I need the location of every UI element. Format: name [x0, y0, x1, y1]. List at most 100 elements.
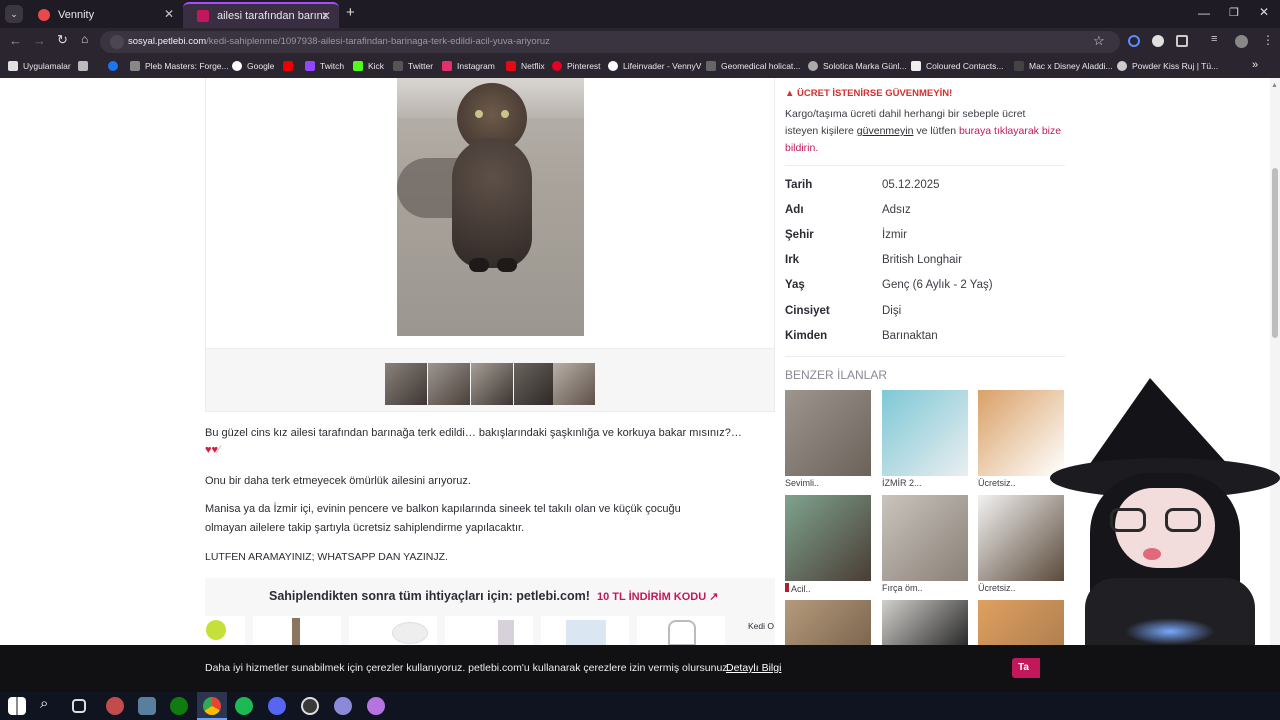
bookmark-item[interactable]: Kick — [353, 61, 384, 71]
scroll-to-top-icon[interactable]: ⌃ — [1238, 602, 1250, 619]
task-view-icon[interactable] — [72, 699, 86, 713]
site-info-icon[interactable] — [110, 35, 124, 49]
promo-text: Sahiplendikten sonra tüm ihtiyaçları içi… — [269, 589, 590, 603]
similar-listing-image[interactable] — [785, 495, 871, 581]
cookie-accept-button[interactable]: Ta — [1012, 658, 1040, 678]
tab-vennity[interactable]: Vennity ✕ — [24, 2, 182, 28]
divider — [785, 356, 1065, 357]
similar-listing-caption[interactable]: Ücretsiz.. — [978, 583, 1016, 593]
main-cat-photo[interactable] — [397, 78, 584, 336]
cookie-banner: Daha iyi hizmetler sunabilmek için çerez… — [0, 645, 1280, 692]
product-image — [566, 620, 606, 645]
browser-menu-icon[interactable]: ⋮ — [1262, 33, 1274, 47]
bookmark-label: Pleb Masters: Forge... — [145, 61, 229, 71]
cookie-details-link[interactable]: Detaylı Bilgi — [726, 662, 781, 674]
xbox-icon[interactable] — [170, 697, 188, 715]
bookmark-label: Powder Kiss Ruj | Tü... — [1132, 61, 1219, 71]
windows-start-icon[interactable] — [8, 697, 26, 715]
detail-label-yas: Yaş — [785, 279, 805, 291]
bookmark-item[interactable]: Pinterest — [552, 61, 601, 71]
similar-listing-caption[interactable]: Sevimli.. — [785, 478, 819, 488]
obs-icon[interactable] — [301, 697, 319, 715]
thumbnail[interactable] — [428, 363, 470, 405]
thumbnail[interactable] — [514, 363, 556, 405]
bookmark-star-icon[interactable]: ☆ — [1093, 33, 1105, 49]
promo-code-link[interactable]: 10 TL İNDİRİM KODU ↗ — [597, 590, 718, 603]
thumbnail[interactable] — [471, 363, 513, 405]
address-bar[interactable]: sosyal.petlebi.com/kedi-sahiplenme/10979… — [100, 31, 1120, 53]
tab-petlebi[interactable]: ailesi tarafından barınağa terk e ✕ — [183, 2, 339, 28]
bookmark-item[interactable]: Twitch — [305, 61, 344, 71]
lifeinvader-icon — [608, 61, 618, 71]
home-icon[interactable]: ⌂ — [81, 32, 88, 46]
product-image — [292, 618, 300, 645]
tab-search-button[interactable]: ⌄ — [5, 5, 23, 23]
report-link-line2[interactable]: bildirin. — [785, 142, 818, 154]
bookmark-item[interactable]: Powder Kiss Ruj | Tü... — [1117, 61, 1218, 71]
bookmark-item[interactable]: Geomedical holicat... — [706, 61, 800, 71]
calculator-icon[interactable] — [138, 697, 156, 715]
similar-listing-image[interactable] — [882, 495, 968, 581]
restore-icon[interactable]: ❐ — [1229, 6, 1239, 19]
thumbnail[interactable] — [385, 363, 427, 405]
extension-icon[interactable] — [1128, 35, 1140, 47]
bookmark-item[interactable]: Coloured Contacts... — [911, 61, 1003, 71]
app-icon[interactable] — [367, 697, 385, 715]
close-tab-icon[interactable]: ✕ — [164, 7, 174, 21]
similar-listing-caption[interactable]: Fırça öm.. — [882, 583, 923, 593]
similar-listing-image[interactable] — [882, 600, 968, 645]
app-icon[interactable] — [334, 697, 352, 715]
media-controls-icon[interactable]: ≡ — [1211, 33, 1217, 45]
extension-icon[interactable] — [1152, 35, 1164, 47]
similar-listing-caption[interactable]: Ücretsiz.. — [978, 478, 1016, 488]
scrollbar-thumb[interactable] — [1272, 168, 1278, 338]
warning-triangle-icon: ▲ — [785, 88, 795, 99]
spotify-icon[interactable] — [235, 697, 253, 715]
bookmark-item[interactable]: Lifeinvader - VennyV — [608, 61, 701, 71]
similar-listing-caption[interactable]: İZMİR 2... — [882, 478, 922, 488]
bookmark-item[interactable]: Instagram — [442, 61, 495, 71]
minimize-icon[interactable]: — — [1198, 6, 1210, 20]
caption-text: Acil.. — [791, 584, 811, 594]
report-link[interactable]: buraya tıklayarak bize — [959, 125, 1061, 137]
bookmark-apps[interactable]: Uygulamalar — [8, 61, 71, 71]
bookmark-item[interactable]: Google — [232, 61, 274, 71]
warning-title-text: ÜCRET İSTENİRSE GÜVENMEYİN! — [797, 88, 953, 99]
avatar-mouth — [1143, 548, 1161, 560]
close-tab-icon[interactable]: ✕ — [321, 9, 331, 23]
similar-listing-image[interactable] — [785, 390, 871, 476]
app-icon[interactable] — [106, 697, 124, 715]
forward-icon[interactable]: → — [33, 33, 46, 48]
bookmark-item[interactable]: Twitter — [393, 61, 433, 71]
coloured-contacts-icon — [911, 61, 921, 71]
search-icon[interactable]: ⌕ — [40, 695, 48, 712]
bookmark-item[interactable]: Solotica Marka Günl... — [808, 61, 907, 71]
new-tab-button[interactable]: + — [346, 4, 355, 21]
product-card[interactable] — [445, 616, 533, 645]
similar-listing-image[interactable] — [785, 600, 871, 645]
similar-listing-caption[interactable]: Acil.. — [785, 583, 811, 594]
scroll-up-arrow-icon[interactable]: ▲ — [1271, 82, 1278, 89]
similar-listing-image[interactable] — [882, 390, 968, 476]
bookmark-label: Google — [247, 61, 275, 71]
detail-label-irk: Irk — [785, 254, 800, 266]
guvenmeyin-link[interactable]: güvenmeyin — [857, 125, 914, 137]
bookmark-item[interactable]: Netflix — [506, 61, 545, 71]
bookmark-item[interactable] — [108, 61, 123, 71]
bookmark-item[interactable]: Mac x Disney Aladdi... — [1014, 61, 1113, 71]
extensions-puzzle-icon[interactable] — [1176, 35, 1188, 47]
discord-icon[interactable] — [268, 697, 286, 715]
chrome-icon[interactable] — [203, 697, 221, 715]
bookmark-item[interactable] — [283, 61, 298, 71]
thumbnail[interactable] — [553, 363, 595, 405]
profile-avatar[interactable] — [1235, 35, 1248, 48]
bookmark-grid[interactable] — [78, 61, 93, 71]
warning-title: ▲ ÜCRET İSTENİRSE GÜVENMEYİN! — [785, 88, 952, 99]
back-icon[interactable]: ← — [9, 33, 22, 48]
more-bookmarks-icon[interactable]: » — [1252, 59, 1258, 71]
close-window-icon[interactable]: ✕ — [1259, 5, 1269, 19]
grid-icon — [78, 61, 88, 71]
mac-icon — [1014, 61, 1024, 71]
reload-icon[interactable]: ↻ — [57, 32, 68, 48]
bookmark-item[interactable]: Pleb Masters: Forge... — [130, 61, 229, 71]
